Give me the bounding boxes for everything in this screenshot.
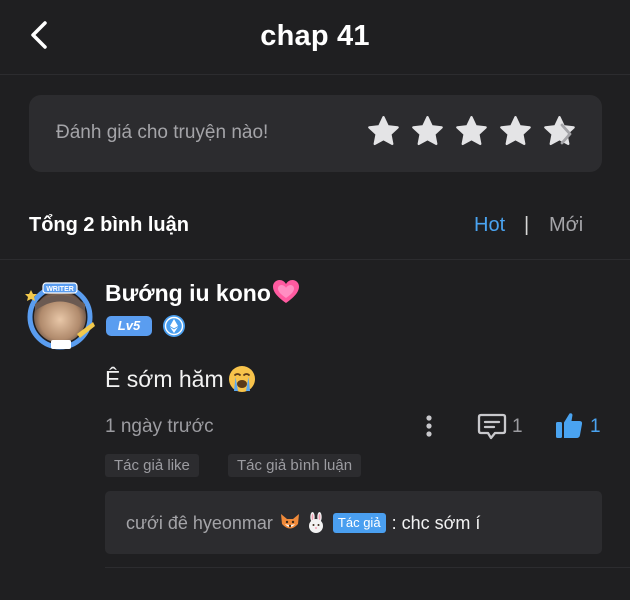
reply-count: 1 (512, 416, 523, 437)
level-badge: Lv5 (106, 316, 152, 336)
author-badge: Tác giả (332, 513, 386, 533)
fox-icon (280, 514, 299, 529)
star-icon[interactable] (498, 114, 533, 149)
divider (105, 567, 630, 568)
rating-stars (366, 114, 577, 149)
reply-line: cưới đê hyeonmar Tác giả : chc sớm í (126, 512, 480, 534)
reply-preview[interactable]: cưới đê hyeonmar Tác giả : chc sớm í (105, 491, 602, 554)
sort-separator: | (524, 214, 530, 236)
star-icon[interactable] (410, 114, 445, 149)
comments-header: Tổng 2 bình luận Hot | Mới (0, 200, 630, 260)
reply-username: cưới đê hyeonmar (126, 512, 273, 533)
crying-face-icon (228, 366, 255, 392)
star-icon[interactable] (454, 114, 489, 149)
thumbs-up-icon[interactable] (554, 410, 584, 440)
rating-card[interactable]: Đánh giá cho truyện nào! (29, 95, 602, 172)
growing-heart-icon (272, 280, 299, 303)
diamond-badge-icon (163, 315, 185, 337)
comment-username[interactable]: Bướng iu kono (105, 279, 300, 307)
more-options-icon[interactable] (418, 411, 440, 441)
top-bar: chap 41 (0, 0, 630, 75)
comment-timestamp: 1 ngày trước (105, 416, 214, 437)
reply-icon[interactable] (476, 411, 508, 441)
like-count: 1 (590, 416, 601, 437)
author-like-tag: Tác giả like (105, 454, 199, 477)
reply-text: : chc sớm í (391, 512, 481, 533)
sort-new-tab[interactable]: Mới (549, 214, 583, 237)
svg-text:WRITER: WRITER (46, 286, 74, 293)
author-comment-tag: Tác giả bình luận (228, 454, 362, 477)
comment-body: Ê sớm hăm (105, 365, 256, 393)
page-title: chap 41 (260, 20, 370, 52)
sort-hot-tab[interactable]: Hot (474, 214, 505, 237)
star-icon[interactable] (366, 114, 401, 149)
rabbit-icon (308, 512, 323, 533)
chevron-right-icon[interactable] (557, 122, 575, 146)
comment-total: Tổng 2 bình luận (29, 214, 189, 236)
rating-prompt: Đánh giá cho truyện nào! (56, 122, 269, 143)
avatar[interactable]: WRITER (23, 278, 97, 352)
